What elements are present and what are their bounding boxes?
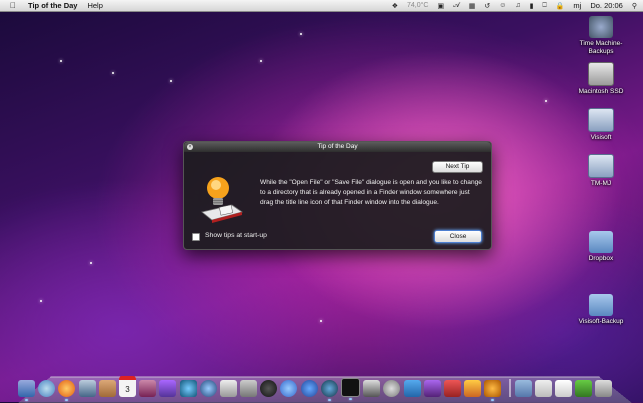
volume-icon[interactable]: ♫: [515, 2, 520, 9]
mail-icon[interactable]: [78, 380, 96, 397]
desktop-icon-label: Macintosh SSD: [578, 88, 624, 95]
lock-icon[interactable]: 🔒: [556, 2, 565, 10]
folder-purple-icon[interactable]: [159, 380, 177, 397]
editor-icon[interactable]: [423, 380, 441, 397]
star: [40, 300, 42, 302]
acrobat-icon[interactable]: [443, 380, 461, 397]
wifi-icon[interactable]: ☺: [499, 2, 506, 9]
dialog-title: Tip of the Day: [317, 143, 358, 150]
desktop-icon-label: Visisoft-Backup: [578, 318, 624, 325]
palette-icon[interactable]: [464, 380, 482, 397]
terminal-icon[interactable]: [341, 378, 360, 400]
firefox-icon[interactable]: [58, 380, 76, 401]
desktop-icon-tm-mj[interactable]: TM-MJ: [570, 154, 632, 188]
address-book-icon[interactable]: [98, 380, 116, 397]
desktop-icon-visisoft-backup[interactable]: Visisoft-Backup: [570, 294, 632, 326]
menu-app-name[interactable]: Tip of the Day: [28, 1, 77, 10]
light-bulb-icon: [201, 177, 243, 223]
folder-icon: [589, 294, 613, 316]
desktop-icon-label: Visisoft: [590, 134, 612, 141]
downloads-stack-icon[interactable]: [554, 380, 572, 397]
star: [90, 262, 92, 264]
dock-separator: [508, 379, 511, 397]
itunes-icon[interactable]: [280, 380, 298, 397]
desktop-icon-dropbox[interactable]: Dropbox: [570, 231, 632, 263]
app-store-icon[interactable]: [300, 380, 318, 397]
documents-stack-icon[interactable]: [534, 380, 552, 397]
user-name[interactable]: mj: [573, 1, 581, 10]
monitor-icon[interactable]: ⎕: [542, 2, 546, 10]
network-icon[interactable]: [179, 380, 197, 397]
tip-text: While the "Open File" or "Save File" dia…: [260, 179, 482, 206]
status-area: ❖ 74,0°C ▣ 𝒜 ▦ ↺ ☺ ♫ ▮ ⎕ 🔒 mj Do. 20:06 …: [392, 1, 637, 10]
star: [260, 60, 262, 62]
display-icon[interactable]: ▣: [437, 2, 444, 10]
apple-menu-icon[interactable]: : [8, 1, 18, 10]
spotlight-icon[interactable]: ⚲: [632, 2, 637, 10]
network-volume-icon: [588, 154, 614, 178]
temperature-readout[interactable]: 74,0°C: [407, 2, 428, 9]
finder-icon[interactable]: [18, 380, 35, 401]
time-machine-dock-icon[interactable]: [320, 380, 338, 401]
running-indicator: [25, 399, 28, 401]
disk-utility-icon[interactable]: [383, 380, 401, 397]
clock[interactable]: Do. 20:06: [590, 1, 623, 10]
running-indicator: [349, 398, 352, 400]
preview-icon[interactable]: [219, 380, 237, 397]
trash-icon[interactable]: [595, 380, 613, 397]
utility-icon[interactable]: [240, 380, 258, 397]
next-tip-button[interactable]: Next Tip: [432, 161, 483, 173]
star: [545, 100, 547, 102]
tip-of-the-day-dialog: × Tip of the Day Next Tip While the "Ope…: [183, 141, 492, 250]
dialog-titlebar[interactable]: × Tip of the Day: [184, 142, 491, 152]
hard-disk-icon: [588, 62, 614, 86]
close-icon[interactable]: ×: [187, 144, 193, 150]
time-machine-icon: [589, 16, 613, 38]
calendar-icon[interactable]: ▦: [469, 2, 476, 10]
network-volume-icon: [588, 108, 614, 132]
menu-bar:  Tip of the Day Help ❖ 74,0°C ▣ 𝒜 ▦ ↺ ☺…: [0, 0, 643, 12]
android-icon[interactable]: [575, 380, 593, 397]
dropbox-icon[interactable]: ❖: [392, 2, 398, 10]
star: [300, 33, 302, 35]
show-tips-checkbox[interactable]: [192, 233, 200, 241]
desktop-icon-macintosh-ssd[interactable]: Macintosh SSD: [570, 62, 632, 96]
applications-folder-icon[interactable]: [514, 380, 532, 397]
star: [60, 60, 62, 62]
globe-icon[interactable]: [199, 380, 217, 397]
battery-icon[interactable]: ▮: [530, 2, 534, 10]
desktop-icon-label: Dropbox: [588, 255, 614, 262]
time-machine-icon[interactable]: ↺: [484, 2, 490, 10]
running-indicator: [327, 399, 331, 401]
folder-icon: [589, 231, 613, 253]
ical-icon[interactable]: 3: [118, 376, 136, 397]
desktop-icon-label: Time Machine-Backups: [579, 40, 623, 55]
star: [320, 320, 322, 322]
tip-of-the-day-icon[interactable]: [484, 380, 502, 401]
dvd-player-icon[interactable]: [260, 380, 278, 397]
star: [112, 72, 114, 74]
photo-icon[interactable]: [139, 380, 157, 397]
show-tips-label[interactable]: Show tips at start-up: [205, 232, 267, 239]
script-icon[interactable]: 𝒜: [453, 2, 460, 10]
desktop-icon-visisoft[interactable]: Visisoft: [570, 108, 632, 142]
dock: 3: [18, 375, 632, 401]
close-button[interactable]: Close: [434, 230, 482, 243]
safari-icon[interactable]: [38, 380, 56, 397]
desktop-icon-label: TM-MJ: [590, 180, 612, 187]
twitter-icon[interactable]: [403, 380, 421, 397]
menu-help[interactable]: Help: [87, 1, 102, 10]
star: [170, 80, 172, 82]
activity-monitor-icon[interactable]: [363, 380, 381, 397]
calendar-day: 3: [125, 385, 130, 394]
desktop-icon-time-machine[interactable]: Time Machine-Backups: [570, 16, 632, 56]
